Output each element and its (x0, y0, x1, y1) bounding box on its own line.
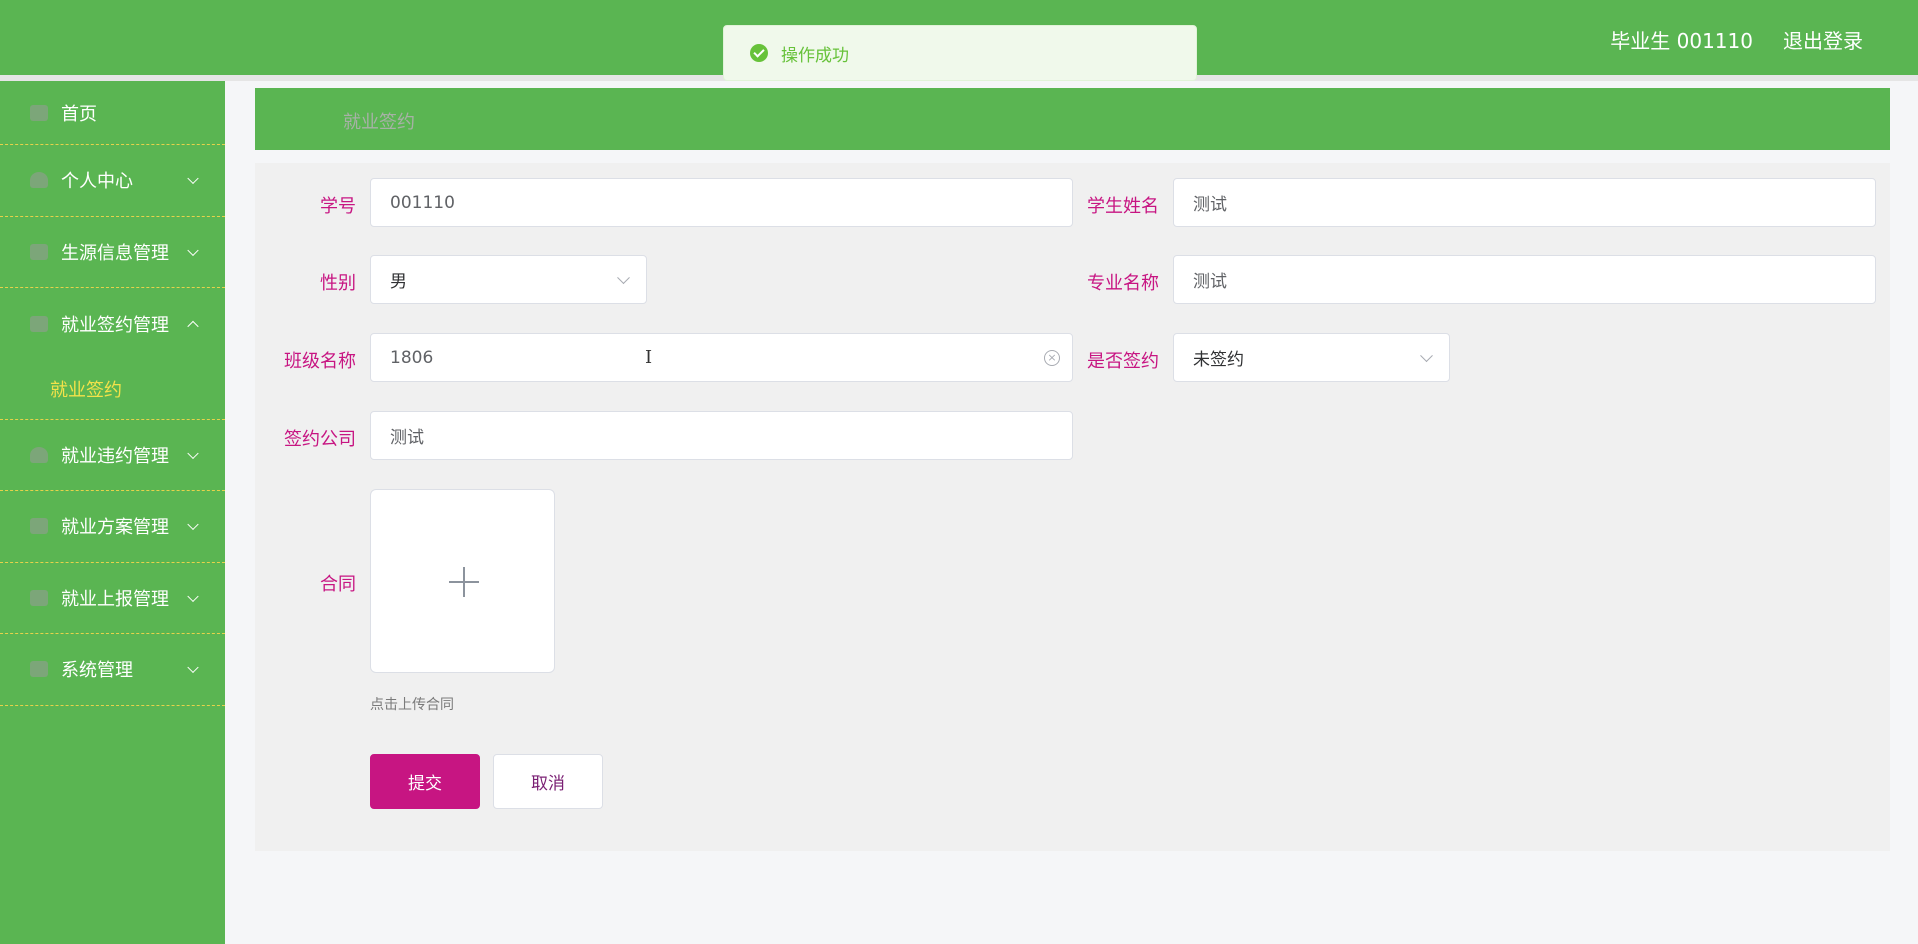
class-label: 班级名称 (284, 351, 356, 372)
user-icon (30, 172, 48, 189)
student-no-input[interactable]: 001110 (370, 178, 1073, 227)
contract-label: 合同 (320, 574, 356, 595)
signed-label: 是否签约 (1087, 351, 1159, 372)
student-name-input[interactable]: 测试 (1173, 178, 1876, 227)
gear-icon (30, 661, 48, 678)
building-icon (30, 315, 48, 332)
chevron-down-icon (187, 661, 199, 674)
toast-message: 操作成功 (781, 45, 849, 66)
sidebar-item-breach-mgmt[interactable]: 就业违约管理 (0, 420, 225, 491)
sidebar-item-label: 就业方案管理 (61, 517, 169, 539)
chevron-down-icon (187, 244, 199, 256)
chevron-down-icon (1420, 348, 1433, 362)
sidebar-subitem-contract[interactable]: 就业签约 (0, 360, 225, 420)
sidebar-item-label: 就业签约管理 (61, 314, 169, 336)
gender-label: 性别 (320, 273, 356, 294)
plus-icon (463, 567, 465, 597)
student-no-label: 学号 (320, 196, 356, 217)
major-label: 专业名称 (1087, 273, 1159, 294)
logout-link[interactable]: 退出登录 (1783, 25, 1863, 54)
student-no-value: 001110 (390, 192, 455, 213)
document-icon (30, 518, 48, 535)
submit-button[interactable]: 提交 (370, 754, 480, 809)
sidebar-item-label: 系统管理 (61, 660, 133, 682)
sidebar-item-personal-center[interactable]: 个人中心 (0, 145, 225, 217)
breadcrumb-current: 就业签约 (343, 112, 415, 133)
sidebar-item-contract-mgmt[interactable]: 就业签约管理 (0, 288, 225, 360)
chevron-down-icon (187, 447, 199, 459)
student-name-value: 测试 (1193, 195, 1227, 215)
signed-select[interactable]: 未签约 (1173, 333, 1450, 382)
sidebar-item-home[interactable]: 首页 (0, 81, 225, 145)
sidebar-item-system-mgmt[interactable]: 系统管理 (0, 634, 225, 706)
company-value: 测试 (390, 428, 424, 448)
major-value: 测试 (1193, 272, 1227, 292)
gender-value: 男 (390, 272, 407, 292)
chevron-down-icon (187, 590, 199, 602)
breadcrumb: 就业签约 (255, 88, 1890, 150)
company-label: 签约公司 (284, 429, 356, 450)
sidebar-item-label: 个人中心 (61, 171, 133, 193)
sidebar-item-plan-mgmt[interactable]: 就业方案管理 (0, 491, 225, 563)
upload-tip: 点击上传合同 (370, 697, 454, 713)
sidebar-item-source-info[interactable]: 生源信息管理 (0, 217, 225, 288)
chevron-up-icon (187, 320, 199, 332)
sidebar-item-label: 就业违约管理 (61, 445, 169, 467)
clipboard-icon (30, 589, 48, 606)
signed-value: 未签约 (1193, 350, 1244, 370)
chevron-down-icon (187, 172, 199, 185)
text-cursor-icon: I (645, 347, 653, 368)
class-value: 1806 (390, 347, 434, 368)
home-icon (30, 104, 48, 121)
sidebar-item-label: 首页 (61, 103, 97, 125)
user-icon (30, 446, 48, 463)
chevron-down-icon (617, 270, 630, 284)
current-user: 毕业生 001110 (1610, 29, 1753, 53)
major-input[interactable]: 测试 (1173, 255, 1876, 304)
gender-select[interactable]: 男 (370, 255, 647, 304)
company-input[interactable]: 测试 (370, 411, 1073, 460)
cancel-button[interactable]: 取消 (493, 754, 603, 809)
document-icon (30, 243, 48, 260)
success-toast: 操作成功 (723, 25, 1197, 81)
contract-upload[interactable] (370, 489, 555, 673)
class-input[interactable]: 1806 × (370, 333, 1073, 382)
student-name-label: 学生姓名 (1087, 196, 1159, 217)
chevron-down-icon (187, 518, 199, 531)
sidebar-item-label: 生源信息管理 (61, 242, 169, 264)
sidebar-item-report-mgmt[interactable]: 就业上报管理 (0, 563, 225, 634)
sidebar: 首页 个人中心 生源信息管理 就业签约管理 就业签约 就业违约管理 就业方案管理… (0, 81, 225, 944)
sidebar-item-label: 就业上报管理 (61, 588, 169, 610)
check-circle-icon (750, 44, 768, 62)
